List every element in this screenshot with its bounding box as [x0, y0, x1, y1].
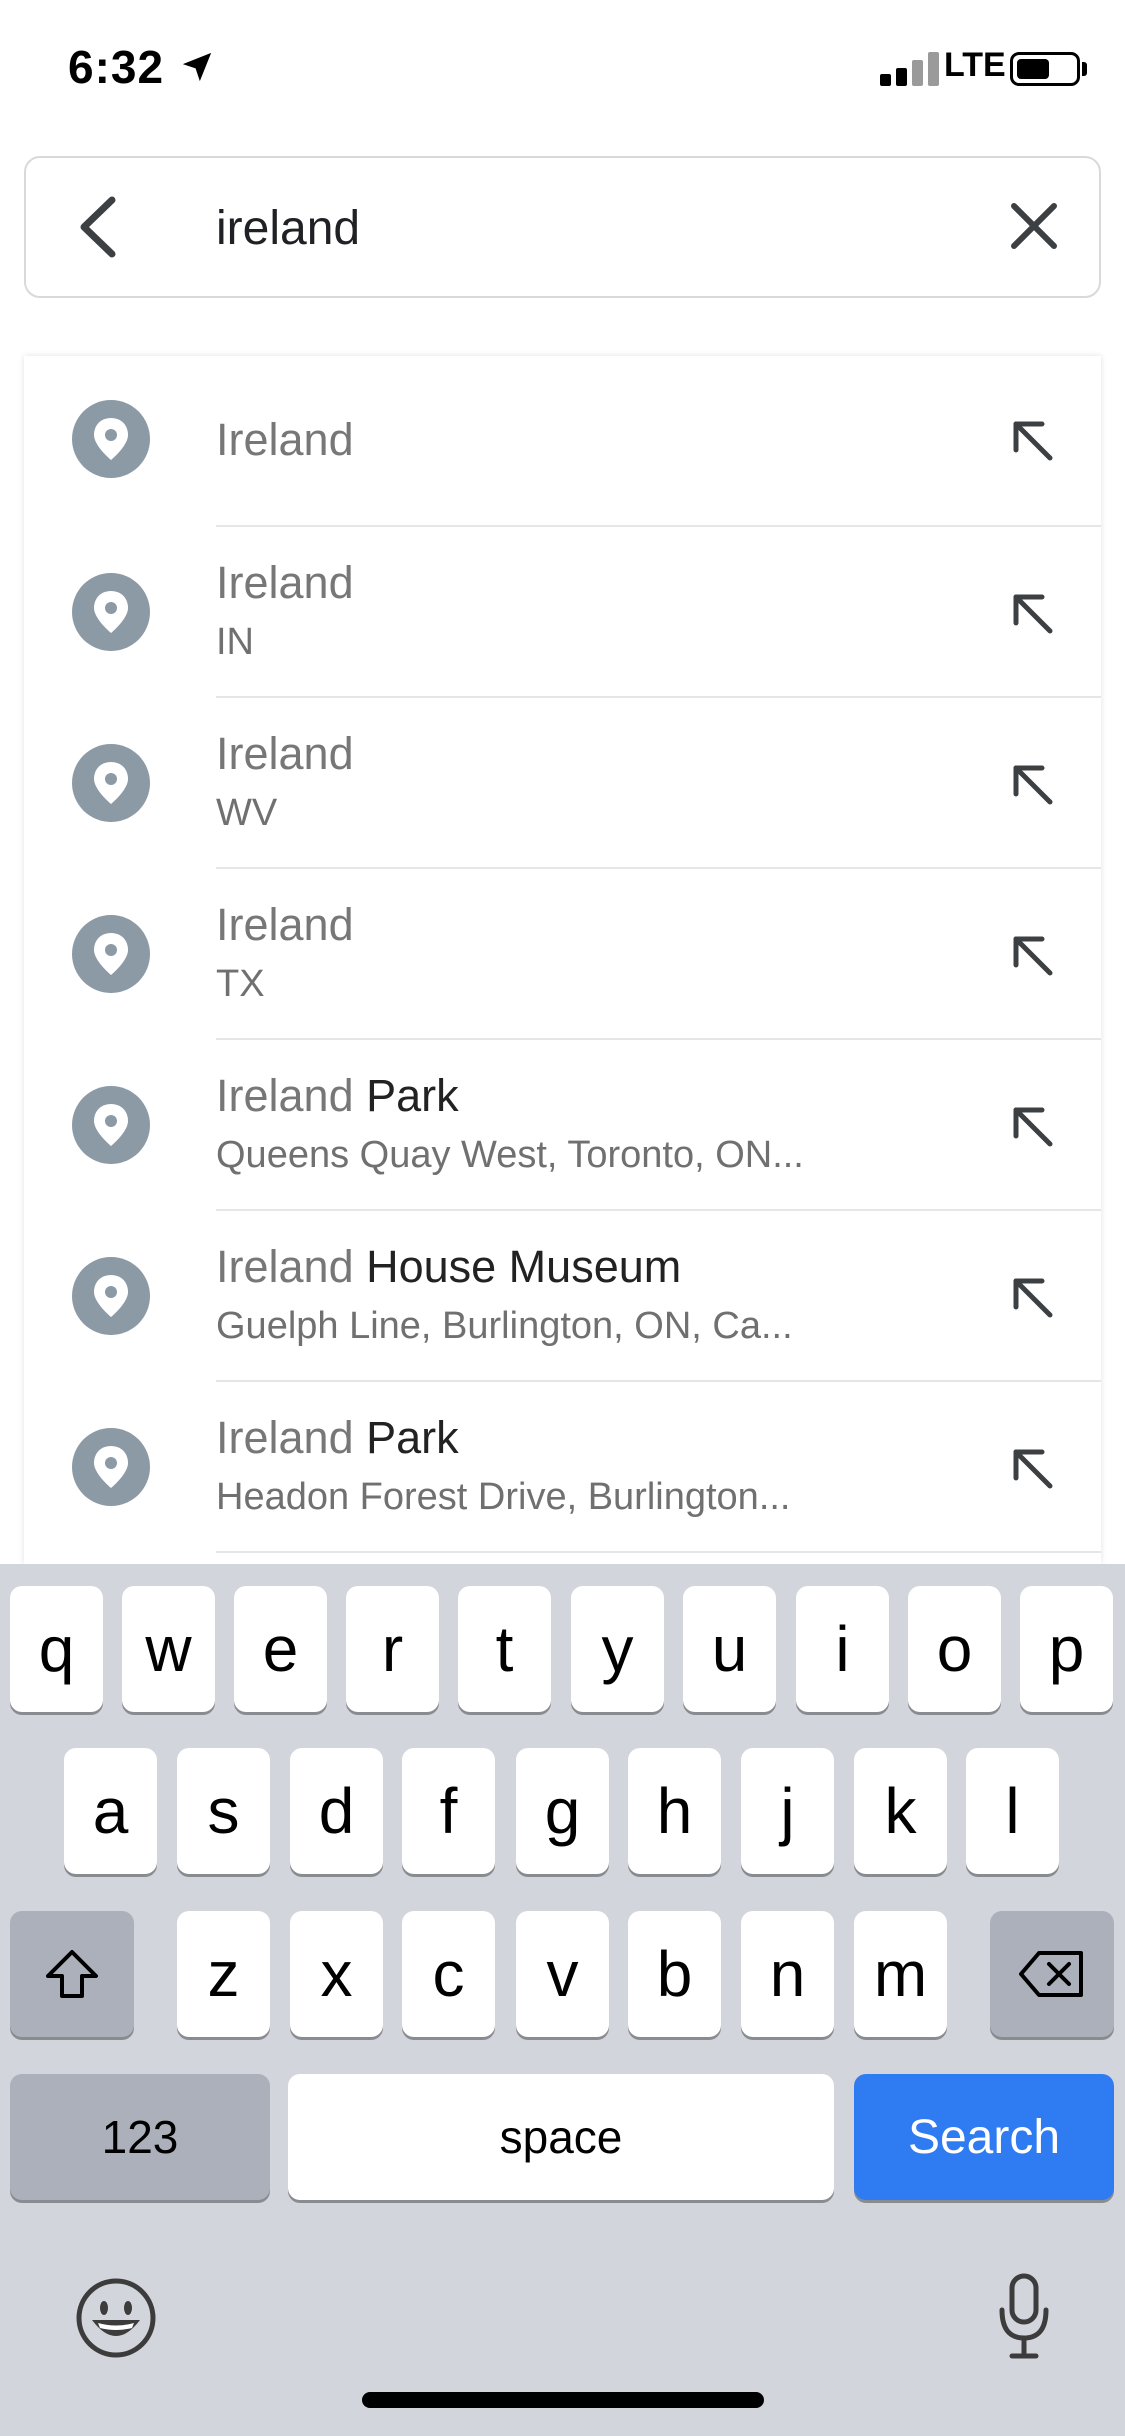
- status-time: 6:32: [68, 41, 165, 93]
- place-pin-icon: [72, 400, 150, 478]
- key-j[interactable]: j: [741, 1748, 834, 1874]
- title-match: Ireland: [216, 1412, 354, 1463]
- row-divider: [216, 1551, 1101, 1553]
- key-b[interactable]: b: [628, 1911, 721, 2037]
- key-u[interactable]: u: [683, 1586, 776, 1712]
- key-v[interactable]: v: [516, 1911, 609, 2037]
- key-r[interactable]: r: [346, 1586, 439, 1712]
- place-pin-icon: [72, 915, 150, 993]
- suggestion-item[interactable]: Ireland Park Headon Forest Drive, Burlin…: [24, 1382, 1101, 1553]
- suggestion-title: Ireland: [216, 414, 354, 466]
- suggestion-item[interactable]: Ireland IN: [24, 527, 1101, 698]
- key-e[interactable]: e: [234, 1586, 327, 1712]
- status-bar: 6:32 LTE: [0, 0, 1125, 140]
- key-p[interactable]: p: [1020, 1586, 1113, 1712]
- suggestion-subtitle: IN: [216, 621, 254, 663]
- network-label: LTE: [944, 46, 1006, 84]
- title-rest: Park: [353, 1412, 459, 1463]
- location-arrow-icon: [182, 52, 212, 82]
- search-key[interactable]: Search: [854, 2074, 1114, 2200]
- close-icon[interactable]: [1006, 198, 1062, 254]
- key-l[interactable]: l: [966, 1748, 1059, 1874]
- title-match: Ireland: [216, 728, 354, 779]
- signal-icon: [880, 50, 940, 86]
- title-match: Ireland: [216, 1241, 354, 1292]
- key-i[interactable]: i: [796, 1586, 889, 1712]
- backspace-icon: [1019, 1951, 1083, 1997]
- home-indicator[interactable]: [362, 2392, 764, 2408]
- key-s[interactable]: s: [177, 1748, 270, 1874]
- suggestion-subtitle: Headon Forest Drive, Burlington...: [216, 1476, 791, 1518]
- search-bar: [24, 156, 1101, 298]
- fill-query-arrow-icon[interactable]: [1004, 412, 1060, 468]
- suggestion-item[interactable]: Ireland: [24, 356, 1101, 527]
- fill-query-arrow-icon[interactable]: [1004, 1098, 1060, 1154]
- suggestion-title: Ireland Park: [216, 1070, 459, 1122]
- key-f[interactable]: f: [402, 1748, 495, 1874]
- suggestion-title: Ireland House Museum: [216, 1241, 681, 1293]
- suggestion-subtitle: Queens Quay West, Toronto, ON...: [216, 1134, 804, 1176]
- emoji-icon[interactable]: [74, 2276, 158, 2360]
- place-pin-icon: [72, 1086, 150, 1164]
- suggestion-item[interactable]: Ireland House Museum Guelph Line, Burlin…: [24, 1211, 1101, 1382]
- title-rest: House Museum: [353, 1241, 682, 1292]
- search-input[interactable]: [216, 188, 976, 268]
- shift-key[interactable]: [10, 1911, 134, 2037]
- key-n[interactable]: n: [741, 1911, 834, 2037]
- place-pin-icon: [72, 744, 150, 822]
- fill-query-arrow-icon[interactable]: [1004, 1440, 1060, 1496]
- fill-query-arrow-icon[interactable]: [1004, 756, 1060, 812]
- key-a[interactable]: a: [64, 1748, 157, 1874]
- suggestion-subtitle: Guelph Line, Burlington, ON, Ca...: [216, 1305, 793, 1347]
- suggestion-subtitle: TX: [216, 963, 265, 1005]
- title-match: Ireland: [216, 557, 354, 608]
- key-g[interactable]: g: [516, 1748, 609, 1874]
- numbers-key[interactable]: 123: [10, 2074, 270, 2200]
- suggestion-title: Ireland: [216, 899, 354, 951]
- suggestion-title: Ireland Park: [216, 1412, 459, 1464]
- suggestion-item[interactable]: Ireland WV: [24, 698, 1101, 869]
- fill-query-arrow-icon[interactable]: [1004, 1269, 1060, 1325]
- delete-key[interactable]: [990, 1911, 1114, 2037]
- keyboard: q w e r t y u i o p a s d f g h j k l z …: [0, 1564, 1125, 2436]
- app-root: 6:32 LTE Ireland: [0, 0, 1125, 2436]
- place-pin-icon: [72, 1257, 150, 1335]
- key-z[interactable]: z: [177, 1911, 270, 2037]
- key-q[interactable]: q: [10, 1586, 103, 1712]
- title-rest: Park: [353, 1070, 459, 1121]
- fill-query-arrow-icon[interactable]: [1004, 585, 1060, 641]
- battery-icon: [1010, 52, 1080, 86]
- key-h[interactable]: h: [628, 1748, 721, 1874]
- title-match: Ireland: [216, 414, 354, 465]
- fill-query-arrow-icon[interactable]: [1004, 927, 1060, 983]
- place-pin-icon: [72, 1428, 150, 1506]
- suggestion-title: Ireland: [216, 557, 354, 609]
- key-c[interactable]: c: [402, 1911, 495, 2037]
- title-match: Ireland: [216, 1070, 354, 1121]
- space-key[interactable]: space: [288, 2074, 834, 2200]
- back-arrow-icon[interactable]: [70, 194, 130, 260]
- key-o[interactable]: o: [908, 1586, 1001, 1712]
- key-w[interactable]: w: [122, 1586, 215, 1712]
- suggestion-item[interactable]: Ireland Park Queens Quay West, Toronto, …: [24, 1040, 1101, 1211]
- title-match: Ireland: [216, 899, 354, 950]
- key-y[interactable]: y: [571, 1586, 664, 1712]
- key-k[interactable]: k: [854, 1748, 947, 1874]
- key-m[interactable]: m: [854, 1911, 947, 2037]
- suggestion-subtitle: WV: [216, 792, 278, 834]
- battery-tip: [1082, 62, 1087, 76]
- suggestion-item[interactable]: Ireland TX: [24, 869, 1101, 1040]
- suggestion-title: Ireland: [216, 728, 354, 780]
- suggestions-list: Ireland Ireland IN Ireland WV Ireland TX…: [24, 356, 1101, 1564]
- place-pin-icon: [72, 573, 150, 651]
- key-x[interactable]: x: [290, 1911, 383, 2037]
- shift-icon: [46, 1950, 98, 1998]
- microphone-icon[interactable]: [996, 2272, 1052, 2362]
- key-t[interactable]: t: [458, 1586, 551, 1712]
- key-d[interactable]: d: [290, 1748, 383, 1874]
